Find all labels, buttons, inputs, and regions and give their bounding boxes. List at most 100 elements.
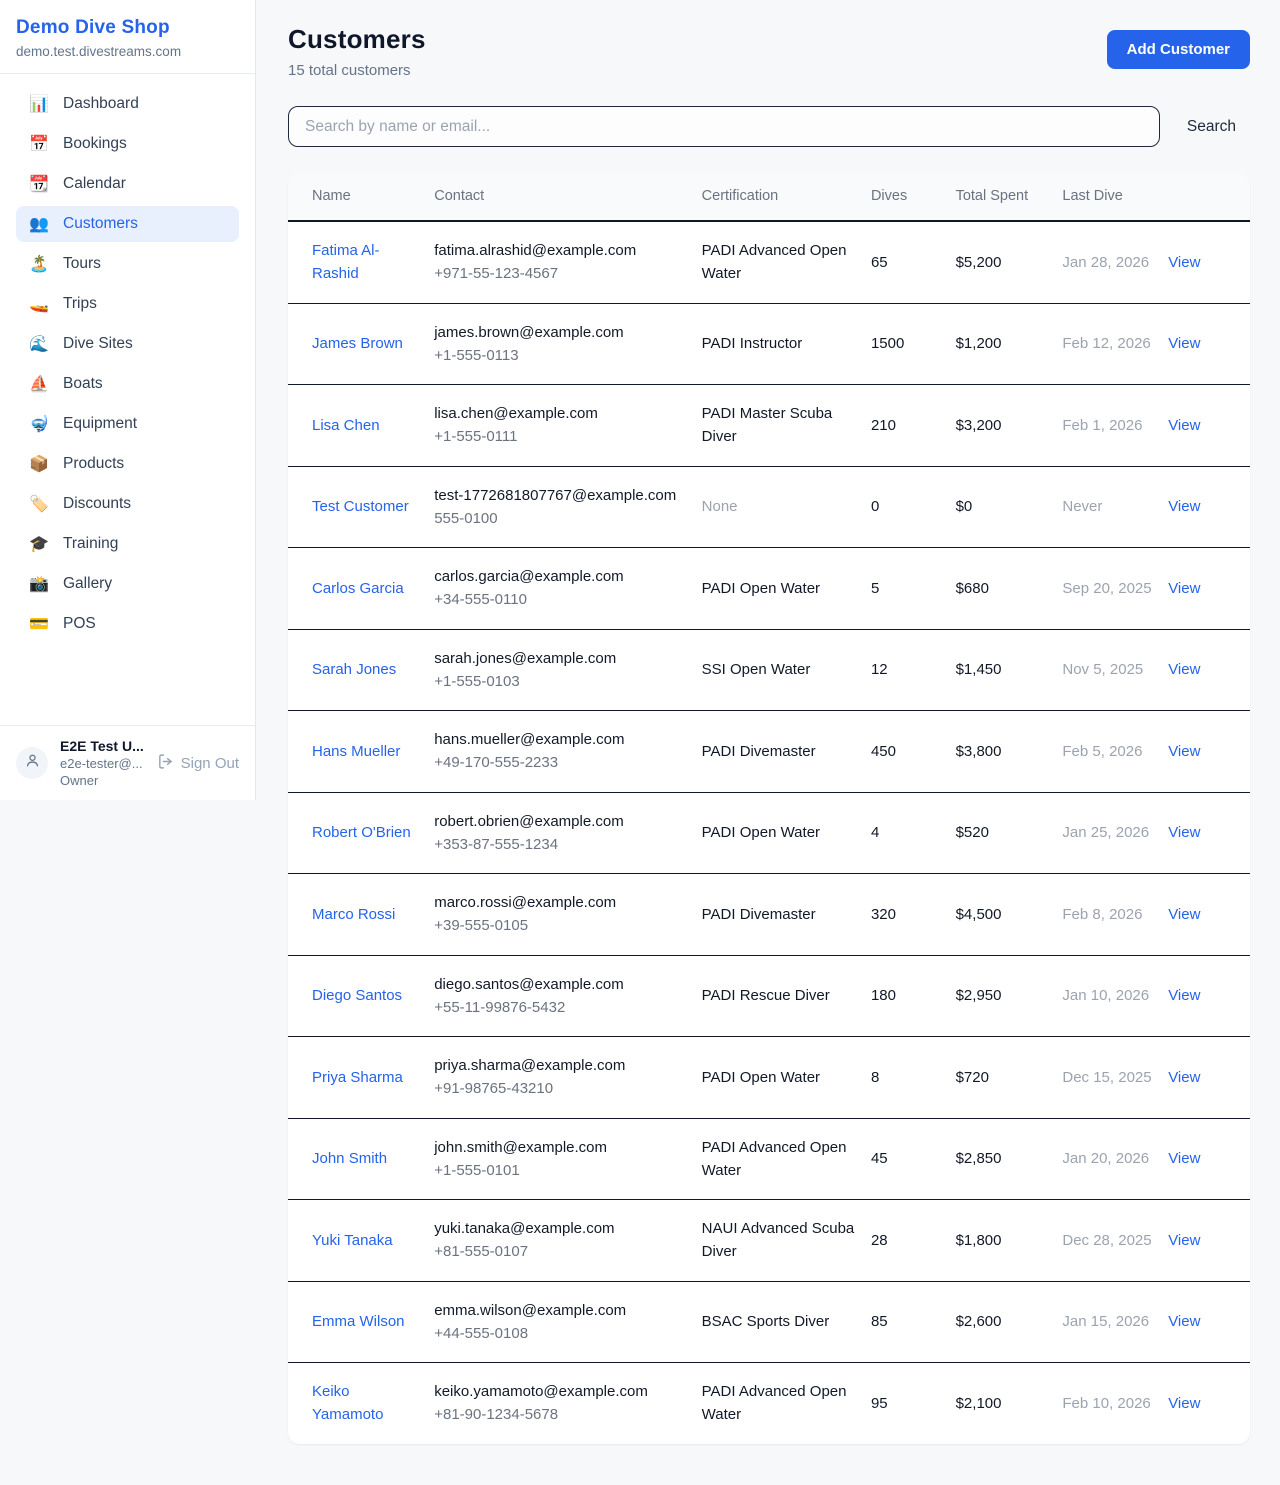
sidebar-item-dive-sites[interactable]: 🌊 Dive Sites bbox=[16, 326, 239, 362]
customer-name-link[interactable]: Diego Santos bbox=[312, 987, 402, 1004]
customer-last-dive: Sep 20, 2025 bbox=[1062, 548, 1168, 630]
table-row: Yuki Tanaka yuki.tanaka@example.com +81-… bbox=[288, 1200, 1250, 1282]
view-customer-link[interactable]: View bbox=[1168, 906, 1200, 923]
customer-name-link[interactable]: Hans Mueller bbox=[312, 743, 400, 760]
search-button[interactable]: Search bbox=[1187, 118, 1236, 136]
view-customer-link[interactable]: View bbox=[1168, 661, 1200, 678]
customer-name-link[interactable]: Keiko Yamamoto bbox=[312, 1383, 383, 1423]
view-customer-link[interactable]: View bbox=[1168, 417, 1200, 434]
view-customer-link[interactable]: View bbox=[1168, 1395, 1200, 1412]
search-input[interactable] bbox=[288, 106, 1160, 147]
view-customer-link[interactable]: View bbox=[1168, 1313, 1200, 1330]
table-row: Fatima Al-Rashid fatima.alrashid@example… bbox=[288, 221, 1250, 303]
customer-email: keiko.yamamoto@example.com bbox=[434, 1380, 687, 1403]
customer-phone: +91-98765-43210 bbox=[434, 1077, 687, 1100]
customer-dives: 28 bbox=[871, 1200, 956, 1282]
customer-total-spent: $2,850 bbox=[956, 1118, 1063, 1200]
equipment-icon: 🤿 bbox=[28, 414, 50, 434]
customer-last-dive: Feb 8, 2026 bbox=[1062, 874, 1168, 956]
sidebar-item-products[interactable]: 📦 Products bbox=[16, 446, 239, 482]
sidebar-item-discounts[interactable]: 🏷️ Discounts bbox=[16, 486, 239, 522]
customer-name-link[interactable]: Lisa Chen bbox=[312, 417, 380, 434]
sign-out-button[interactable]: Sign Out bbox=[157, 753, 239, 774]
discounts-icon: 🏷️ bbox=[28, 494, 50, 514]
add-customer-button[interactable]: Add Customer bbox=[1107, 30, 1250, 69]
view-customer-link[interactable]: View bbox=[1168, 498, 1200, 515]
customer-name-link[interactable]: Test Customer bbox=[312, 498, 409, 515]
customer-phone: +971-55-123-4567 bbox=[434, 262, 687, 285]
customer-last-dive: Jan 10, 2026 bbox=[1062, 955, 1168, 1037]
column-header-total-spent: Total Spent bbox=[956, 173, 1063, 221]
table-row: Emma Wilson emma.wilson@example.com +44-… bbox=[288, 1281, 1250, 1363]
sidebar-item-trips[interactable]: 🚤 Trips bbox=[16, 286, 239, 322]
view-customer-link[interactable]: View bbox=[1168, 1150, 1200, 1167]
customers-table: Name Contact Certification Dives Total S… bbox=[288, 173, 1250, 1444]
table-header-row: Name Contact Certification Dives Total S… bbox=[288, 173, 1250, 221]
view-customer-link[interactable]: View bbox=[1168, 1069, 1200, 1086]
customer-phone: +1-555-0103 bbox=[434, 670, 687, 693]
customer-name-link[interactable]: Robert O'Brien bbox=[312, 824, 411, 841]
table-row: Test Customer test-1772681807767@example… bbox=[288, 466, 1250, 548]
customer-name-link[interactable]: Yuki Tanaka bbox=[312, 1232, 393, 1249]
customer-certification: SSI Open Water bbox=[702, 629, 871, 711]
customer-certification: BSAC Sports Diver bbox=[702, 1281, 871, 1363]
sidebar-item-boats[interactable]: ⛵ Boats bbox=[16, 366, 239, 402]
pos-icon: 💳 bbox=[28, 614, 50, 634]
view-customer-link[interactable]: View bbox=[1168, 1232, 1200, 1249]
customer-email: james.brown@example.com bbox=[434, 321, 687, 344]
customer-phone: 555-0100 bbox=[434, 507, 687, 530]
customer-last-dive: Dec 15, 2025 bbox=[1062, 1037, 1168, 1119]
customer-name-link[interactable]: Priya Sharma bbox=[312, 1069, 403, 1086]
customer-total-spent: $3,800 bbox=[956, 711, 1063, 793]
sidebar-item-equipment[interactable]: 🤿 Equipment bbox=[16, 406, 239, 442]
view-customer-link[interactable]: View bbox=[1168, 743, 1200, 760]
sidebar-item-pos[interactable]: 💳 POS bbox=[16, 606, 239, 642]
view-customer-link[interactable]: View bbox=[1168, 580, 1200, 597]
customer-name-link[interactable]: Sarah Jones bbox=[312, 661, 396, 678]
sidebar-item-tours[interactable]: 🏝️ Tours bbox=[16, 246, 239, 282]
sidebar-item-bookings[interactable]: 📅 Bookings bbox=[16, 126, 239, 162]
column-header-actions bbox=[1168, 173, 1250, 221]
customer-email: john.smith@example.com bbox=[434, 1136, 687, 1159]
total-customers-count: 15 total customers bbox=[288, 62, 426, 79]
customer-certification: PADI Open Water bbox=[702, 548, 871, 630]
customer-certification: PADI Advanced Open Water bbox=[702, 1363, 871, 1444]
view-customer-link[interactable]: View bbox=[1168, 254, 1200, 271]
customer-certification: None bbox=[702, 466, 871, 548]
view-customer-link[interactable]: View bbox=[1168, 987, 1200, 1004]
customer-certification: PADI Divemaster bbox=[702, 874, 871, 956]
shop-title: Demo Dive Shop bbox=[16, 17, 239, 39]
table-row: Priya Sharma priya.sharma@example.com +9… bbox=[288, 1037, 1250, 1119]
customer-phone: +34-555-0110 bbox=[434, 588, 687, 611]
sidebar-item-calendar[interactable]: 📆 Calendar bbox=[16, 166, 239, 202]
customer-name-link[interactable]: James Brown bbox=[312, 335, 403, 352]
customer-last-dive: Feb 1, 2026 bbox=[1062, 385, 1168, 467]
view-customer-link[interactable]: View bbox=[1168, 335, 1200, 352]
customer-name-link[interactable]: Carlos Garcia bbox=[312, 580, 404, 597]
column-header-name: Name bbox=[288, 173, 434, 221]
sidebar-item-dashboard[interactable]: 📊 Dashboard bbox=[16, 86, 239, 122]
table-row: Carlos Garcia carlos.garcia@example.com … bbox=[288, 548, 1250, 630]
customer-name-link[interactable]: Emma Wilson bbox=[312, 1313, 405, 1330]
customer-last-dive: Feb 5, 2026 bbox=[1062, 711, 1168, 793]
customer-phone: +39-555-0105 bbox=[434, 914, 687, 937]
customer-phone: +1-555-0113 bbox=[434, 344, 687, 367]
customer-last-dive: Nov 5, 2025 bbox=[1062, 629, 1168, 711]
customer-dives: 5 bbox=[871, 548, 956, 630]
customer-name-link[interactable]: Marco Rossi bbox=[312, 906, 395, 923]
customer-phone: +353-87-555-1234 bbox=[434, 833, 687, 856]
customer-certification: PADI Open Water bbox=[702, 1037, 871, 1119]
sign-out-icon bbox=[157, 753, 174, 774]
customer-total-spent: $1,800 bbox=[956, 1200, 1063, 1282]
user-role: Owner bbox=[60, 773, 144, 788]
sidebar-item-training[interactable]: 🎓 Training bbox=[16, 526, 239, 562]
column-header-certification: Certification bbox=[702, 173, 871, 221]
sidebar-item-customers[interactable]: 👥 Customers bbox=[16, 206, 239, 242]
customer-phone: +81-90-1234-5678 bbox=[434, 1403, 687, 1426]
customer-name-link[interactable]: John Smith bbox=[312, 1150, 387, 1167]
view-customer-link[interactable]: View bbox=[1168, 824, 1200, 841]
customer-total-spent: $720 bbox=[956, 1037, 1063, 1119]
customer-total-spent: $0 bbox=[956, 466, 1063, 548]
sidebar-item-gallery[interactable]: 📸 Gallery bbox=[16, 566, 239, 602]
customer-name-link[interactable]: Fatima Al-Rashid bbox=[312, 242, 380, 282]
